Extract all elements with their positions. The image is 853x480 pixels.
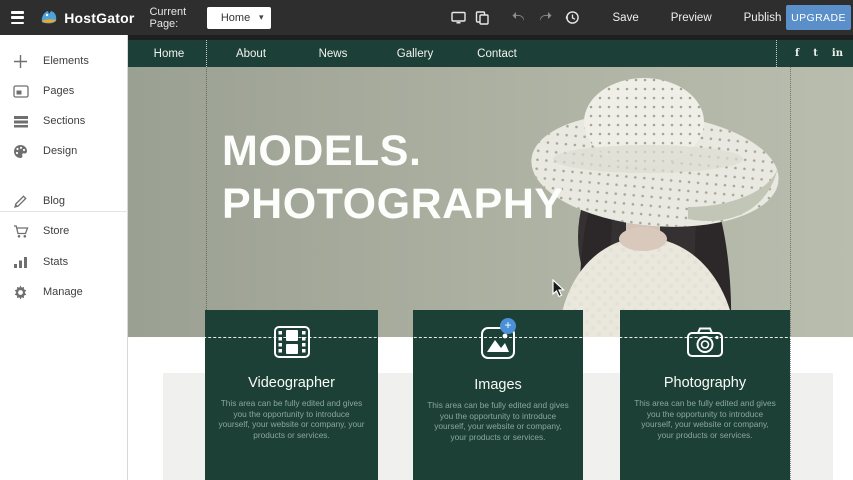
menu-icon[interactable] bbox=[11, 11, 24, 24]
history-icon[interactable] bbox=[563, 8, 583, 28]
site-nav-contact[interactable]: Contact bbox=[456, 48, 538, 60]
brand-name: HostGator bbox=[64, 10, 134, 26]
image-icon bbox=[413, 325, 583, 366]
chevron-down-icon: ▾ bbox=[259, 12, 264, 23]
card-title: Videographer bbox=[205, 375, 378, 391]
palette-icon bbox=[12, 143, 29, 160]
upgrade-button[interactable]: UPGRADE bbox=[786, 5, 851, 30]
preview-button[interactable]: Preview bbox=[655, 12, 728, 24]
save-button[interactable]: Save bbox=[597, 12, 655, 24]
hostgator-logo: HostGator bbox=[39, 8, 134, 28]
sidebar-item-label: Manage bbox=[43, 286, 83, 298]
sidebar-item-manage[interactable]: Manage bbox=[0, 277, 128, 307]
facebook-icon[interactable]: f bbox=[795, 48, 799, 59]
hero-title-line2: PHOTOGRAPHY bbox=[222, 178, 564, 231]
twitter-icon[interactable]: t bbox=[813, 48, 818, 59]
page-icon bbox=[12, 83, 29, 100]
builder-topbar: HostGator Current Page: Home ▾ Save Prev… bbox=[0, 0, 853, 35]
camera-icon bbox=[620, 325, 790, 364]
add-image-icon[interactable]: + bbox=[500, 318, 516, 334]
linkedin-icon[interactable]: in bbox=[832, 48, 843, 59]
sidebar-item-stats[interactable]: Stats bbox=[0, 247, 128, 277]
page-dropdown-value: Home bbox=[221, 12, 250, 24]
hero-title[interactable]: MODELS. PHOTOGRAPHY bbox=[222, 125, 564, 231]
card-body: This area can be fully edited and gives … bbox=[620, 398, 790, 440]
sidebar-item-sections[interactable]: Sections bbox=[0, 106, 128, 136]
site-nav-news[interactable]: News bbox=[292, 48, 374, 60]
site-canvas: Home About News Gallery Contact f t in bbox=[128, 35, 853, 480]
undo-icon[interactable] bbox=[510, 8, 530, 28]
card-videographer[interactable]: Videographer This area can be fully edit… bbox=[205, 310, 378, 480]
desktop-preview-icon[interactable] bbox=[449, 8, 469, 28]
sidebar-item-label: Pages bbox=[43, 85, 74, 97]
redo-icon[interactable] bbox=[535, 8, 555, 28]
sections-icon bbox=[12, 113, 29, 130]
card-photography[interactable]: Photography This area can be fully edite… bbox=[620, 310, 790, 480]
card-images[interactable]: + Images This area can be fully edited a… bbox=[413, 310, 583, 480]
builder-sidebar: Elements Pages Sections Design Blog Stor… bbox=[0, 35, 128, 480]
pencil-icon bbox=[12, 193, 29, 210]
sidebar-item-store[interactable]: Store bbox=[0, 216, 128, 246]
film-icon bbox=[205, 325, 378, 364]
mouse-cursor bbox=[552, 279, 565, 303]
sidebar-item-design[interactable]: Design bbox=[0, 136, 128, 166]
sidebar-item-label: Blog bbox=[43, 195, 65, 207]
mobile-preview-icon[interactable] bbox=[472, 8, 492, 28]
hero-title-line1: MODELS. bbox=[222, 125, 564, 178]
plus-icon bbox=[12, 53, 29, 70]
page-dropdown[interactable]: Home ▾ bbox=[207, 7, 271, 29]
sidebar-item-label: Sections bbox=[43, 115, 85, 127]
site-nav-about[interactable]: About bbox=[210, 48, 292, 60]
current-page-label: Current Page: bbox=[149, 6, 199, 30]
sidebar-item-label: Stats bbox=[43, 256, 68, 268]
sidebar-item-label: Elements bbox=[43, 55, 89, 67]
card-title: Images bbox=[413, 377, 583, 393]
card-body: This area can be fully edited and gives … bbox=[205, 398, 378, 440]
content-guide-right bbox=[790, 67, 791, 480]
sidebar-item-pages[interactable]: Pages bbox=[0, 76, 128, 106]
content-guide-left bbox=[206, 67, 207, 480]
content-guide-left-nav bbox=[206, 40, 207, 67]
section-guide-horizontal bbox=[128, 337, 853, 338]
card-body: This area can be fully edited and gives … bbox=[413, 400, 583, 442]
card-title: Photography bbox=[620, 375, 790, 391]
stats-icon bbox=[12, 254, 29, 271]
hostgator-gator-icon bbox=[39, 8, 59, 28]
site-nav-home[interactable]: Home bbox=[128, 48, 210, 60]
social-links: f t in bbox=[795, 40, 843, 67]
hero-image[interactable]: MODELS. PHOTOGRAPHY bbox=[128, 67, 853, 337]
cart-icon bbox=[12, 223, 29, 240]
sidebar-item-label: Design bbox=[43, 145, 77, 157]
site-nav-gallery[interactable]: Gallery bbox=[374, 48, 456, 60]
social-guide bbox=[776, 40, 777, 67]
sidebar-item-elements[interactable]: Elements bbox=[0, 46, 128, 76]
sidebar-item-blog[interactable]: Blog bbox=[0, 186, 128, 216]
sidebar-item-label: Store bbox=[43, 225, 69, 237]
gear-icon bbox=[12, 284, 29, 301]
site-navbar: Home About News Gallery Contact bbox=[128, 40, 853, 67]
